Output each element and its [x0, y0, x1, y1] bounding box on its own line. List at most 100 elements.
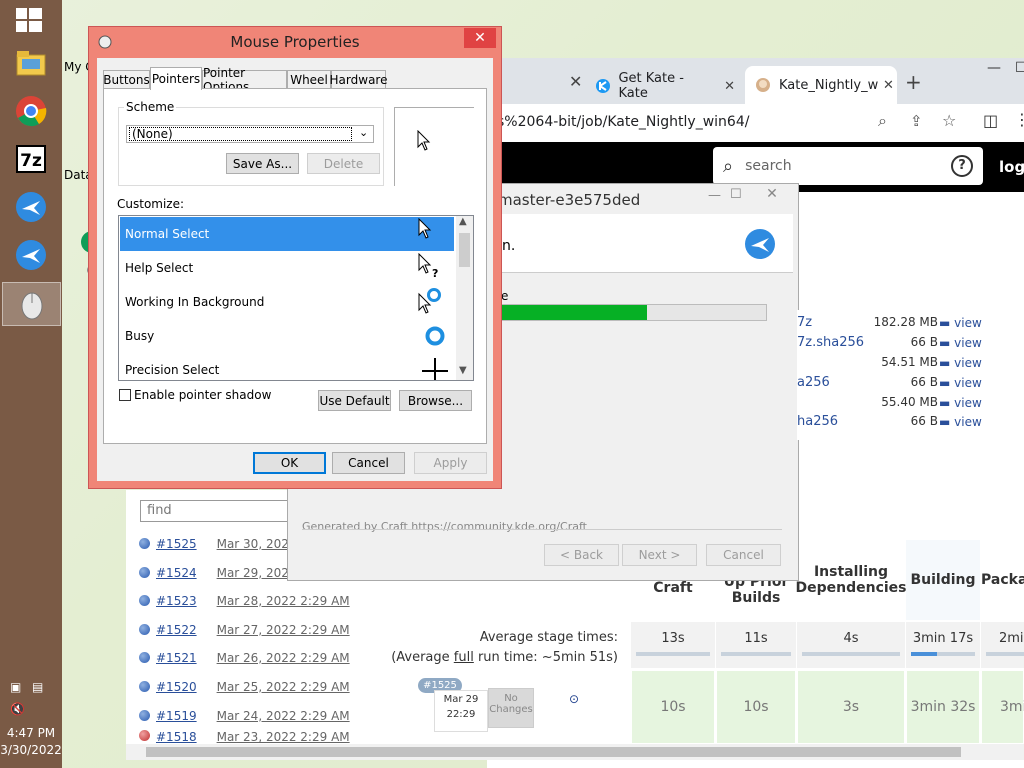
scroll-down-icon[interactable]: ▼ — [459, 365, 467, 376]
build-number-link[interactable]: #1525 — [156, 537, 197, 551]
taskbar-file-explorer[interactable] — [2, 42, 59, 84]
action-center-icon[interactable]: ▤ — [32, 680, 43, 694]
volume-muted-icon[interactable]: 🔇 — [10, 702, 25, 716]
tab-hardware[interactable]: Hardware — [330, 70, 387, 89]
share-icon[interactable]: ⇪ — [910, 112, 923, 130]
build-history-row[interactable]: #1521 Mar 26, 2022 2:29 AM — [136, 643, 398, 672]
build-history-row[interactable]: #1523 Mar 28, 2022 2:29 AM — [136, 586, 398, 615]
clock-date[interactable]: 3/30/2022 — [0, 743, 62, 757]
start-button[interactable] — [14, 6, 44, 34]
artifact-view-link[interactable]: ▬ view — [939, 415, 982, 429]
new-tab-icon[interactable]: + — [905, 70, 922, 94]
scheme-dropdown[interactable]: (None) ⌄ — [126, 125, 374, 143]
pointer-list[interactable]: Normal Select Help Select ? Working In B… — [118, 215, 474, 381]
build-history-row[interactable]: #1518 Mar 23, 2022 2:29 AM — [136, 730, 398, 744]
apply-button[interactable]: Apply — [414, 452, 487, 474]
stage-cell[interactable]: 3s — [797, 670, 905, 744]
build-date-link[interactable]: Mar 23, 2022 2:29 AM — [217, 730, 350, 744]
view-link[interactable]: view — [954, 316, 982, 330]
pointer-shadow-label[interactable]: Enable pointer shadow — [134, 388, 271, 402]
stage-cell[interactable]: 10s — [716, 670, 796, 744]
horizontal-scrollbar[interactable] — [126, 744, 1024, 760]
close-tab-icon[interactable]: ✕ — [724, 79, 735, 94]
cancel-button[interactable]: Cancel — [332, 452, 405, 474]
tab-get-kate[interactable]: Get Kate - Kate ✕ — [595, 68, 735, 104]
tab-wheel[interactable]: Wheel — [287, 70, 331, 89]
taskbar-craft-1[interactable] — [2, 186, 59, 228]
tab-pointer-options[interactable]: Pointer Options — [202, 66, 287, 94]
maximize-window-icon[interactable]: ☐ — [1015, 60, 1024, 76]
save-as-button[interactable]: Save As... — [226, 153, 299, 174]
stage-cell[interactable]: 10s — [631, 670, 715, 744]
build-number-link[interactable]: #1523 — [156, 594, 197, 608]
side-panel-icon[interactable]: ◫ — [983, 111, 998, 130]
scrollbar-thumb[interactable] — [146, 747, 961, 757]
artifact-name[interactable]: 7z — [797, 315, 812, 330]
taskbar-craft-2[interactable] — [2, 234, 59, 276]
build-date-link[interactable]: Mar 25, 2022 2:29 AM — [217, 680, 350, 694]
scroll-up-icon[interactable]: ▲ — [459, 216, 467, 227]
find-input[interactable]: find — [140, 500, 290, 522]
full-run-link[interactable]: full — [454, 650, 474, 665]
artifact-name[interactable]: a256 — [797, 375, 830, 390]
browse-button[interactable]: Browse... — [399, 390, 472, 411]
ok-button[interactable]: OK — [253, 452, 326, 474]
menu-kebab-icon[interactable]: ⋮ — [1014, 110, 1024, 129]
build-date-link[interactable]: Mar 27, 2022 2:29 AM — [217, 623, 350, 637]
pointer-row-normal-select[interactable]: Normal Select — [120, 217, 454, 251]
artifact-view-link[interactable]: ▬ view — [939, 316, 982, 330]
build-history-row[interactable]: #1519 Mar 24, 2022 2:29 AM — [136, 701, 398, 730]
list-scrollbar[interactable]: ▲ ▼ — [456, 216, 473, 380]
build-number-link[interactable]: #1522 — [156, 623, 197, 637]
taskbar-7zip[interactable]: 7z — [2, 138, 59, 180]
zoom-search-icon[interactable]: ⌕ — [878, 111, 887, 131]
next-button[interactable]: Next > — [622, 544, 697, 566]
tab-kate-nightly[interactable]: Kate_Nightly_wi ✕ — [745, 66, 897, 104]
build-date-link[interactable]: Mar 26, 2022 2:29 AM — [217, 651, 350, 665]
artifact-view-link[interactable]: ▬ view — [939, 376, 982, 390]
tab-pointers[interactable]: Pointers — [150, 67, 202, 90]
maximize-icon[interactable]: ☐ — [730, 187, 742, 202]
jenkins-search-box[interactable]: ⌕ search ? — [713, 147, 983, 185]
pointer-row-precision-select[interactable]: Precision Select — [120, 353, 454, 380]
build-number-link[interactable]: #1524 — [156, 566, 197, 580]
tab-buttons[interactable]: Buttons — [103, 70, 150, 89]
use-default-button[interactable]: Use Default — [318, 390, 391, 411]
artifact-name[interactable]: ha256 — [797, 414, 838, 429]
build-number-link[interactable]: #1520 — [156, 680, 197, 694]
artifact-name[interactable]: 7z.sha256 — [797, 335, 864, 350]
close-button[interactable]: ✕ — [464, 28, 496, 48]
close-tab-icon[interactable]: ✕ — [569, 72, 582, 91]
view-link[interactable]: view — [954, 396, 982, 410]
view-link[interactable]: view — [954, 356, 982, 370]
build-history-row[interactable]: #1520 Mar 25, 2022 2:29 AM — [136, 672, 398, 701]
artifact-view-link[interactable]: ▬ view — [939, 336, 982, 350]
minimize-window-icon[interactable]: — — [987, 60, 1001, 76]
build-number-link[interactable]: #1518 — [156, 730, 197, 744]
stage-cell[interactable]: 3mi — [981, 670, 1024, 744]
taskbar-mouse-properties[interactable] — [2, 282, 61, 326]
close-icon[interactable]: ✕ — [752, 186, 792, 206]
login-link[interactable]: log — [999, 158, 1024, 176]
network-icon[interactable]: ▣ — [10, 680, 21, 694]
close-tab-icon[interactable]: ✕ — [883, 78, 894, 93]
pointer-row-busy[interactable]: Busy — [120, 319, 454, 353]
pointer-row-help-select[interactable]: Help Select ? — [120, 251, 454, 285]
pointer-row-working-in-background[interactable]: Working In Background — [120, 285, 454, 319]
search-input[interactable]: search — [745, 158, 792, 174]
build-history-row[interactable]: #1522 Mar 27, 2022 2:29 AM — [136, 615, 398, 644]
back-button[interactable]: < Back — [544, 544, 619, 566]
view-link[interactable]: view — [954, 415, 982, 429]
minimize-icon[interactable]: — — [708, 188, 721, 203]
view-link[interactable]: view — [954, 376, 982, 390]
build-console-icon[interactable]: ⊙ — [569, 692, 579, 706]
taskbar-chrome[interactable] — [2, 90, 59, 132]
stage-cell[interactable]: 3min 32s — [906, 670, 980, 744]
bookmark-star-icon[interactable]: ☆ — [942, 111, 956, 130]
artifact-view-link[interactable]: ▬ view — [939, 396, 982, 410]
build-date-link[interactable]: Mar 28, 2022 2:29 AM — [217, 594, 350, 608]
url-field[interactable]: s%2064-bit/job/Kate_Nightly_win64/ — [497, 114, 749, 130]
cancel-button[interactable]: Cancel — [706, 544, 781, 566]
artifact-view-link[interactable]: ▬ view — [939, 356, 982, 370]
pointer-shadow-checkbox[interactable] — [119, 389, 131, 401]
